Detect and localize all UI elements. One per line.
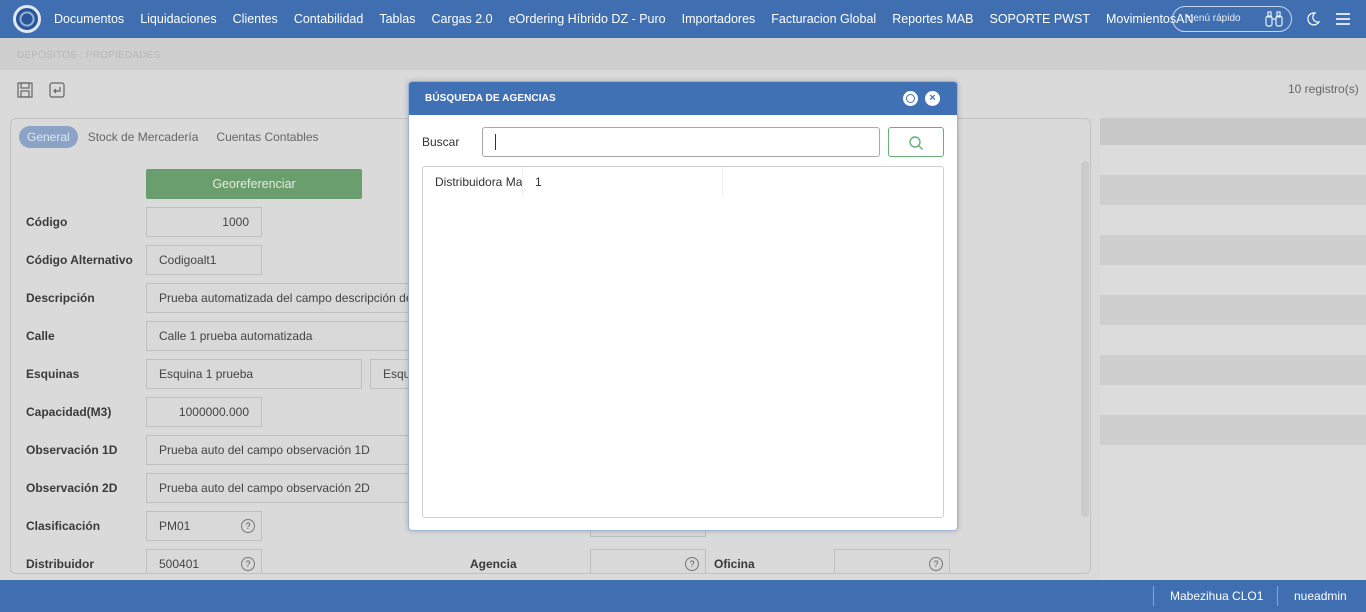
observacion-2d-label: Observación 2D: [26, 481, 118, 495]
list-item[interactable]: [1100, 385, 1366, 415]
esquina-1-field[interactable]: Esquina 1 prueba: [146, 359, 362, 389]
menu-soporte-pwst[interactable]: SOPORTE PWST: [989, 12, 1089, 26]
distribuidor-field[interactable]: 500401 ?: [146, 549, 262, 573]
form-scrollbar[interactable]: [1081, 161, 1089, 517]
menu-documentos[interactable]: Documentos: [54, 12, 124, 26]
calle-label: Calle: [26, 329, 55, 343]
agency-name-cell: Distribuidora Ma: [423, 167, 523, 197]
menu-tablas[interactable]: Tablas: [379, 12, 415, 26]
codigo-label: Código: [26, 215, 68, 229]
observacion-2d-field[interactable]: Prueba auto del campo observación 2D: [146, 473, 446, 503]
search-button[interactable]: [888, 127, 944, 157]
top-nav-bar: Documentos Liquidaciones Clientes Contab…: [0, 0, 1366, 38]
help-icon[interactable]: ?: [929, 557, 943, 571]
observacion-1d-label: Observación 1D: [26, 443, 118, 457]
tab-cuentas-contables[interactable]: Cuentas Contables: [208, 126, 326, 148]
results-table: Distribuidora Ma 1: [422, 166, 944, 518]
quick-menu-button[interactable]: menú rápido: [1172, 6, 1292, 32]
table-row[interactable]: Distribuidora Ma 1: [423, 167, 723, 197]
hamburger-menu-icon[interactable]: [1335, 12, 1351, 26]
menu-cargas[interactable]: Cargas 2.0: [431, 12, 492, 26]
menu-importadores[interactable]: Importadores: [682, 12, 756, 26]
capacidad-label: Capacidad(M3): [26, 405, 112, 419]
descripcion-field[interactable]: Prueba automatizada del campo descripció…: [146, 283, 446, 313]
save-icon[interactable]: [17, 82, 33, 98]
search-icon: [909, 136, 923, 150]
menu-contabilidad[interactable]: Contabilidad: [294, 12, 364, 26]
tab-stock-mercaderia[interactable]: Stock de Mercadería: [80, 126, 207, 148]
oficina-label: Oficina: [714, 557, 755, 571]
codigo-alternativo-label: Código Alternativo: [26, 253, 133, 267]
form-tabs: General Stock de Mercadería Cuentas Cont…: [19, 126, 329, 148]
current-user[interactable]: nueadmin: [1294, 589, 1347, 603]
oficina-field[interactable]: ?: [834, 549, 950, 573]
main-menu: Documentos Liquidaciones Clientes Contab…: [54, 12, 1210, 26]
distribuidor-value: 500401: [159, 557, 200, 571]
calle-field[interactable]: Calle 1 prueba automatizada: [146, 321, 446, 351]
descripcion-label: Descripción: [26, 291, 95, 305]
list-item[interactable]: [1100, 145, 1366, 175]
esquinas-label: Esquinas: [26, 367, 80, 381]
capacidad-field[interactable]: 1000000.000: [146, 397, 262, 427]
close-icon[interactable]: ×: [925, 91, 940, 106]
menu-clientes[interactable]: Clientes: [233, 12, 278, 26]
modal-title: BÚSQUEDA DE AGENCIAS: [425, 93, 556, 104]
company-name[interactable]: Mabezihua CLO1: [1170, 589, 1263, 603]
agency-code-cell: 1: [523, 167, 723, 197]
clasificacion-value: PM01: [159, 519, 191, 533]
list-item[interactable]: [1100, 205, 1366, 235]
list-item[interactable]: [1100, 175, 1366, 205]
list-item[interactable]: [1100, 415, 1366, 445]
search-input[interactable]: [482, 127, 880, 157]
modal-header: BÚSQUEDA DE AGENCIAS ×: [409, 82, 957, 115]
list-item[interactable]: [1100, 265, 1366, 295]
quick-menu-label: menú rápido: [1185, 13, 1241, 24]
agency-search-modal: BÚSQUEDA DE AGENCIAS × Buscar Distribuid…: [408, 81, 958, 531]
clasificacion-label: Clasificación: [26, 519, 101, 533]
breadcrumb-bar: DEPÓSITOS : PROPIEDADES: [0, 38, 1366, 70]
list-item[interactable]: [1100, 325, 1366, 355]
agencia-label: Agencia: [470, 557, 517, 571]
binoculars-icon: [1265, 11, 1283, 27]
list-item[interactable]: [1100, 295, 1366, 325]
tab-general[interactable]: General: [19, 126, 78, 148]
list-item[interactable]: [1100, 235, 1366, 265]
codigo-field[interactable]: 1000: [146, 207, 262, 237]
codigo-alternativo-field[interactable]: Codigoalt1: [146, 245, 262, 275]
modal-options-icon[interactable]: [903, 91, 918, 106]
app-logo-icon[interactable]: [13, 5, 41, 33]
help-icon[interactable]: ?: [685, 557, 699, 571]
back-return-icon[interactable]: [49, 82, 65, 98]
agencia-field[interactable]: ?: [590, 549, 706, 573]
list-item[interactable]: [1100, 355, 1366, 385]
breadcrumb: DEPÓSITOS : PROPIEDADES: [17, 50, 161, 61]
clasificacion-field[interactable]: PM01 ?: [146, 511, 262, 541]
footer-divider: [1153, 586, 1154, 606]
menu-eordering[interactable]: eOrdering Híbrido DZ - Puro: [509, 12, 666, 26]
records-count: 10 registro(s): [1288, 82, 1359, 96]
menu-liquidaciones[interactable]: Liquidaciones: [140, 12, 216, 26]
footer-divider: [1277, 586, 1278, 606]
text-cursor: [495, 134, 496, 150]
status-footer: Mabezihua CLO1 nueadmin: [0, 580, 1366, 612]
dark-mode-moon-icon[interactable]: [1305, 11, 1321, 27]
help-icon[interactable]: ?: [241, 557, 255, 571]
georeferenciar-button[interactable]: Georeferenciar: [146, 169, 362, 199]
list-header: [1100, 118, 1366, 145]
menu-facturacion-global[interactable]: Facturacion Global: [771, 12, 876, 26]
observacion-1d-field[interactable]: Prueba auto del campo observación 1D: [146, 435, 446, 465]
help-icon[interactable]: ?: [241, 519, 255, 533]
distribuidor-label: Distribuidor: [26, 557, 94, 571]
menu-reportes-mab[interactable]: Reportes MAB: [892, 12, 973, 26]
buscar-label: Buscar: [422, 135, 460, 149]
records-list-panel: [1100, 118, 1366, 580]
